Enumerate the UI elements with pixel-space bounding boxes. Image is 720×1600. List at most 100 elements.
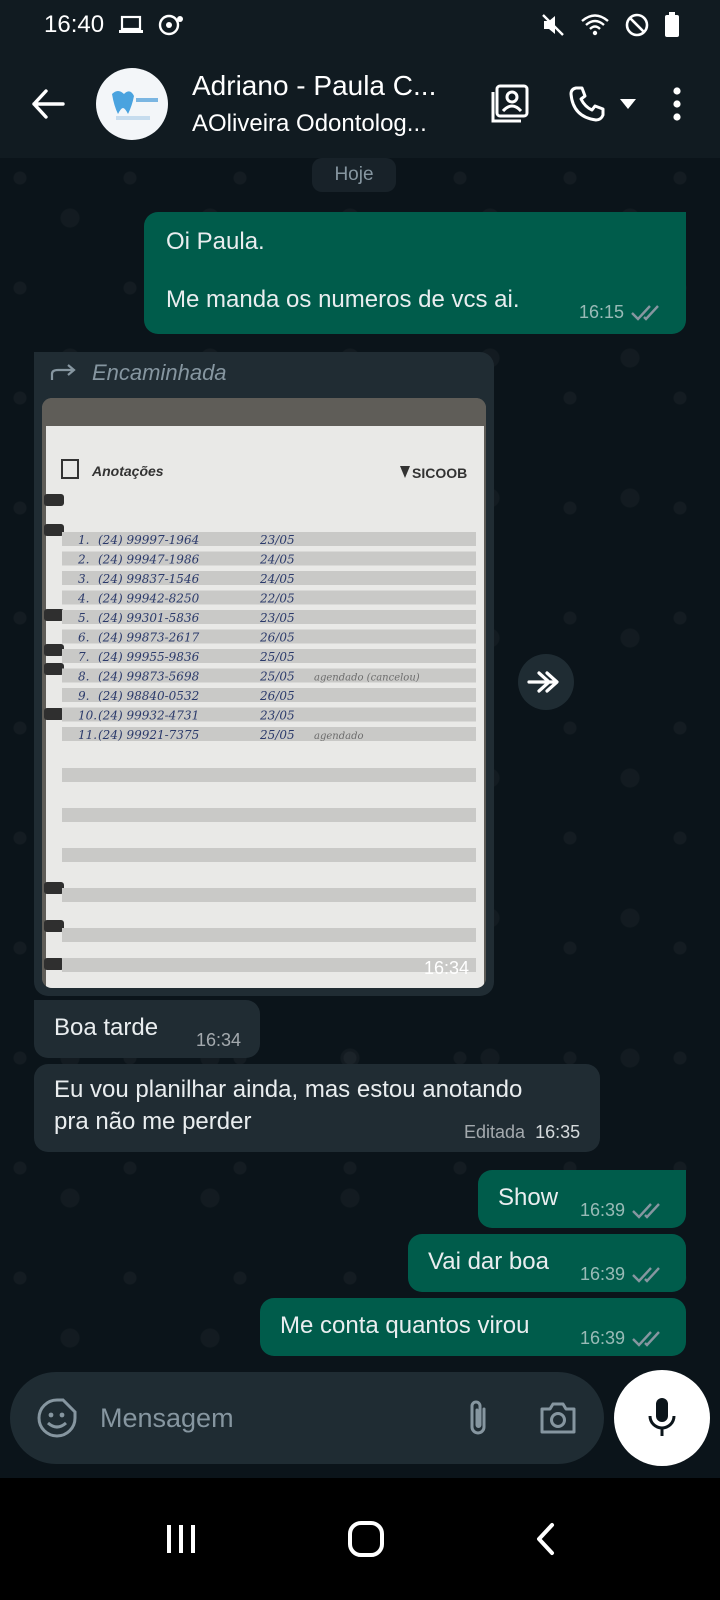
message-composer[interactable]: Mensagem <box>10 1372 604 1464</box>
brand-logo-text: SICOOB <box>412 465 467 481</box>
photo-row-date: 23/05 <box>259 709 295 723</box>
chat-title-block[interactable]: Adriano - Paula C... AOliveira Odontolog… <box>192 70 442 138</box>
photo-row-number: 3. <box>78 572 89 586</box>
spiral-ring <box>44 920 64 932</box>
chevron-left-icon <box>536 1523 554 1555</box>
photo-row-date: 23/05 <box>259 533 295 547</box>
camera-button[interactable] <box>538 1400 578 1436</box>
photo-row-date: 22/05 <box>259 592 295 606</box>
photo-row-note: agendado <box>314 731 364 742</box>
photo-row-date: 25/05 <box>259 650 295 664</box>
clinic-logo-icon <box>112 91 158 120</box>
photo-row-number: 2. <box>77 553 89 567</box>
avatar[interactable] <box>96 68 168 140</box>
photo-row-date: 26/05 <box>259 631 295 645</box>
chat-header: Adriano - Paula C... AOliveira Odontolog… <box>0 50 720 158</box>
notebook-page <box>46 426 484 988</box>
contact-card-icon <box>491 84 529 123</box>
message-bubble-outgoing[interactable]: Show 16:39 <box>478 1170 686 1228</box>
photo-row-number: 7. <box>78 650 89 664</box>
photo-row-number: 8. <box>78 670 89 684</box>
forwarded-label: Encaminhada <box>92 360 227 385</box>
back-button[interactable] <box>0 50 96 158</box>
forward-icon <box>527 671 559 693</box>
message-bubble-incoming[interactable]: Eu vou planilhar ainda, mas estou anotan… <box>34 1064 600 1152</box>
sticker-icon <box>37 1398 77 1438</box>
home-icon <box>347 1521 384 1557</box>
message-bubble-outgoing[interactable]: Oi Paula. Me manda os numeros de vcs ai.… <box>144 212 686 334</box>
message-time: 16:39 <box>580 1328 626 1348</box>
chevron-down-icon <box>620 99 636 109</box>
message-time: 16:15 <box>579 302 625 322</box>
photo-row-number: 9. <box>78 689 89 703</box>
laptop-icon <box>119 15 144 33</box>
photo-row-number: 6. <box>78 631 89 645</box>
message-text: Vai dar boa <box>428 1248 549 1275</box>
double-check-icon <box>632 1202 660 1219</box>
ruled-band <box>62 958 476 972</box>
photo-row-date: 26/05 <box>259 689 295 703</box>
ruled-band <box>62 808 476 822</box>
message-bubble-outgoing[interactable]: Vai dar boa 16:39 <box>408 1234 686 1292</box>
photo-row-phone: (24) 99873-5698 <box>98 670 200 684</box>
spiral-ring <box>44 524 64 536</box>
spiral-ring <box>44 644 64 656</box>
photo-row-phone: (24) 99921-7375 <box>98 728 199 742</box>
message-time: 16:39 <box>580 1264 626 1284</box>
kebab-menu-icon <box>673 87 681 121</box>
message-bubble-incoming[interactable]: Boa tarde 16:34 <box>34 1000 260 1058</box>
message-time: 16:34 <box>424 958 470 978</box>
more-options-button[interactable] <box>652 74 702 134</box>
photo-row-number: 4. <box>77 592 89 606</box>
notebook-heading: Anotações <box>91 463 164 479</box>
photo-row-number: 10. <box>78 709 97 723</box>
photo-row-phone: (24) 99873-2617 <box>98 631 200 645</box>
photo-row-number: 11. <box>78 728 97 742</box>
photo-row-phone: (24) 99955-9836 <box>98 650 200 664</box>
message-text: Boa tarde <box>54 1014 159 1041</box>
message-text: Me conta quantos virou <box>280 1312 530 1339</box>
message-time: 16:35 <box>535 1122 581 1142</box>
message-input[interactable]: Mensagem <box>100 1403 234 1434</box>
call-button[interactable] <box>552 74 652 134</box>
status-bar: 16:40 <box>0 0 720 50</box>
message-bubble-outgoing[interactable]: Me conta quantos virou 16:39 <box>260 1298 686 1356</box>
wifi-icon <box>581 14 609 36</box>
forward-button[interactable] <box>518 654 574 710</box>
ruled-band <box>62 768 476 782</box>
attach-button[interactable] <box>464 1397 492 1439</box>
status-time: 16:40 <box>44 11 105 38</box>
spiral-ring <box>44 958 64 970</box>
message-text: Show <box>498 1184 559 1211</box>
photo-row-date: 23/05 <box>259 611 295 625</box>
camera-icon <box>540 1402 576 1434</box>
date-separator: Hoje <box>312 158 396 192</box>
contacts-button[interactable] <box>478 74 542 134</box>
forwarded-label-row: Encaminhada <box>50 360 227 386</box>
sticker-button[interactable] <box>36 1397 78 1439</box>
message-bubble-forwarded-image[interactable]: Encaminhada Anotações SICOOB 1. (24) 99997-… <box>34 352 494 996</box>
spiral-ring <box>44 609 64 621</box>
phone-icon <box>569 86 605 122</box>
photo-row-phone: (24) 99942-8250 <box>98 592 200 606</box>
message-text-line: Eu vou planilhar ainda, mas estou anotan… <box>54 1076 523 1103</box>
double-check-icon <box>631 304 659 321</box>
battery-icon <box>665 12 679 37</box>
message-time: 16:34 <box>196 1030 242 1050</box>
system-back-button[interactable] <box>534 1522 556 1556</box>
edited-label: Editada <box>464 1122 526 1142</box>
message-text-line: Me manda os numeros de vcs ai. <box>166 286 520 313</box>
message-list[interactable]: Hoje Oi Paula. Me manda os numeros de vc… <box>0 158 720 1378</box>
microphone-icon <box>648 1398 676 1436</box>
voice-message-button[interactable] <box>614 1370 710 1466</box>
photo-row-date: 25/05 <box>259 728 295 742</box>
home-button[interactable] <box>347 1520 385 1558</box>
chat-notification-icon <box>158 14 184 36</box>
ruled-band <box>62 888 476 902</box>
notebook-photo[interactable]: Anotações SICOOB 1. (24) 99997-1964 23/05 2. (… <box>42 398 486 988</box>
chat-subtitle: AOliveira Odontolog... <box>192 110 427 137</box>
spiral-ring <box>44 494 64 506</box>
forwarded-arrow-icon <box>50 364 76 380</box>
system-navigation-bar <box>0 1478 720 1600</box>
recent-apps-button[interactable] <box>164 1523 198 1555</box>
